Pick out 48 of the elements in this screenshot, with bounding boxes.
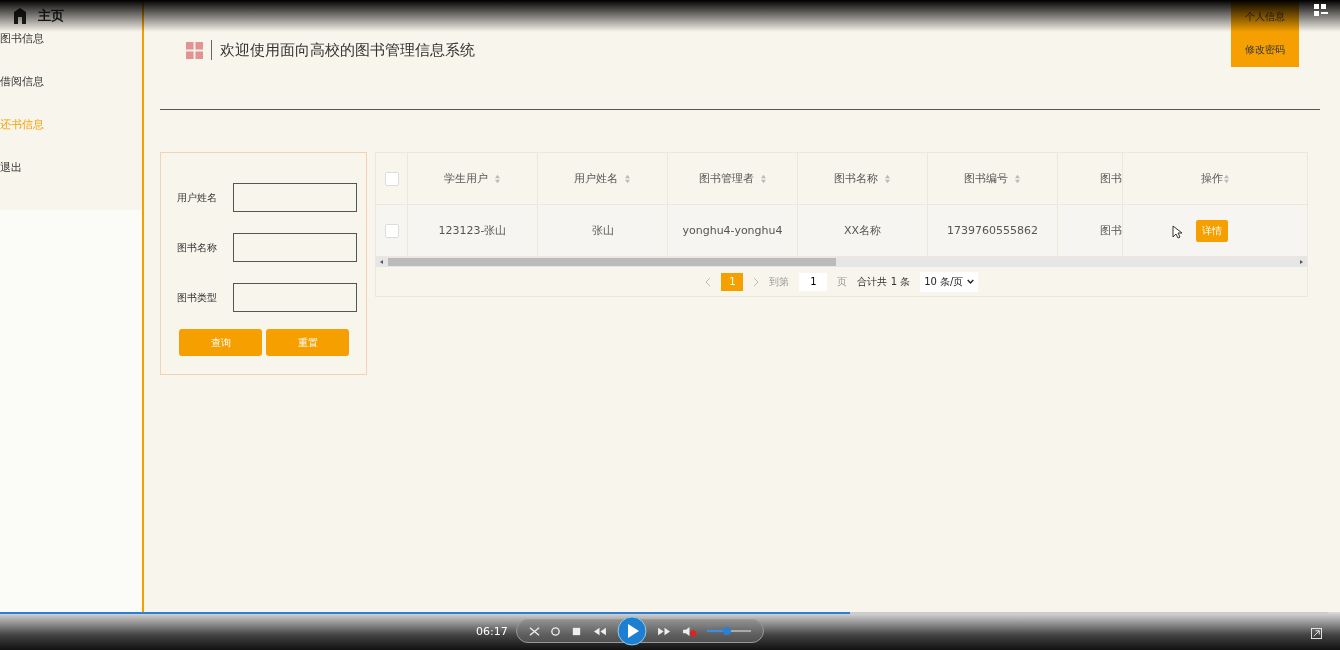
column-header[interactable]: 图书编号 [964,171,1008,186]
sidebar-item[interactable]: 退出 [0,157,142,200]
page-input[interactable]: 1 [799,272,828,291]
scroll-right-icon[interactable] [1298,259,1304,265]
fast-forward-icon[interactable] [656,625,672,637]
scroll-left-icon[interactable] [379,259,385,265]
column-header[interactable]: 图书 [1100,171,1122,186]
play-icon[interactable] [616,616,647,646]
speaker-icon[interactable] [681,625,697,637]
goto-label: 到第 [769,274,790,289]
field-label: 图书类型 [177,290,218,305]
menu-item[interactable]: 修改密码 [1245,43,1285,58]
grid-icon [186,41,203,59]
input-field[interactable] [233,233,357,262]
checkbox[interactable] [384,171,399,186]
table-cell: 图书 [1100,223,1122,238]
table-cell: yonghu4-yonghu4 [682,224,783,237]
rewind-icon[interactable] [591,625,607,637]
playback-time: 06:17 [476,624,508,638]
field-label: 用户姓名 [177,190,218,205]
repeat-icon[interactable] [549,625,561,637]
table-cell: 张山 [591,223,614,238]
sidebar-item[interactable]: 图书信息 [0,28,142,71]
table-cell: XX名称 [843,223,882,238]
column-header[interactable]: 学生用户 [444,171,488,186]
table-cell: 123123-张山 [438,223,507,238]
column-header[interactable]: 用户姓名 [574,171,618,186]
sidebar-item[interactable]: 借阅信息 [0,71,142,114]
home-link[interactable]: 主页 [38,7,64,25]
column-header[interactable]: 图书管理者 [698,171,754,186]
cursor-icon [1172,225,1182,239]
chevron-down-icon[interactable] [966,279,974,284]
input-field[interactable] [233,183,357,212]
home-icon [12,8,28,24]
column-header[interactable]: 图书名称 [834,171,878,186]
stop-icon[interactable] [570,625,582,637]
page-unit: 页 [837,274,848,289]
fullscreen-icon[interactable] [1311,628,1322,639]
page-title: 欢迎使用面向高校的图书管理信息系统 [220,40,475,60]
horizontal-scrollbar[interactable] [376,257,1307,267]
field-label: 图书名称 [177,240,218,255]
table-cell: 1739760555862 [947,224,1038,237]
input-field[interactable] [233,283,357,312]
checkbox[interactable] [384,223,399,238]
restore-icon[interactable] [1314,4,1328,16]
column-header[interactable]: 操作 [1200,171,1223,186]
total-count: 合计共 1 条 [857,274,911,289]
page-size-select[interactable]: 10 条/页 [920,271,978,292]
